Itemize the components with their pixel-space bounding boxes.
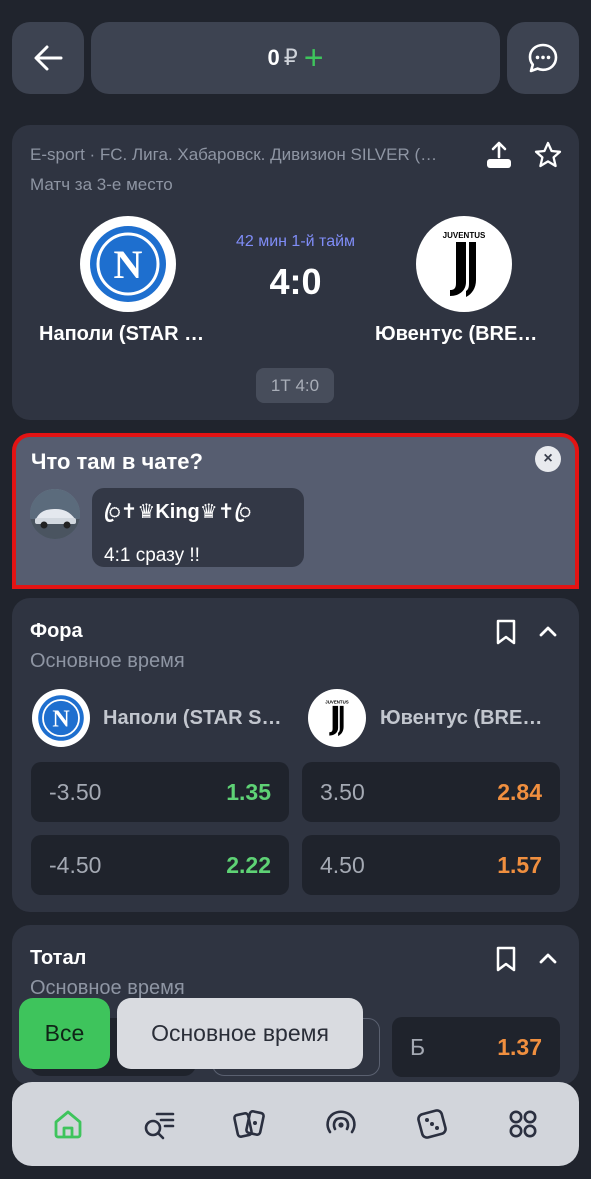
odd-value: 1.57 (497, 851, 542, 878)
bookmark-icon[interactable] (495, 945, 517, 973)
odd-button[interactable]: 4.50 1.57 (302, 835, 560, 895)
dice-icon (417, 1109, 448, 1139)
filter-chip-all[interactable]: Все (19, 998, 110, 1069)
fora-market-card: Фора Основное время N Наполи (STAR S… JU… (12, 598, 579, 912)
home-team-logo-small: N (32, 689, 90, 747)
away-team-name: Ювентус (BRE… (380, 707, 543, 729)
deposit-plus-icon: + (303, 39, 324, 77)
chevron-up-icon[interactable] (537, 620, 559, 642)
market-title: Тотал (30, 947, 87, 969)
share-icon[interactable] (484, 140, 514, 170)
chevron-up-icon[interactable] (537, 947, 559, 969)
home-team-name: Наполи (STAR S… (103, 707, 282, 729)
handicap-line: 3.50 (320, 778, 365, 805)
grid-icon (509, 1110, 537, 1138)
market-subtitle: Основное время (30, 650, 185, 672)
chat-username: ꦿ✝♛King♛✝ꦿ (104, 501, 252, 523)
match-card: E-sport · FC. Лига. Хабаровск. Дивизион … (12, 125, 579, 420)
away-team-name: Ювентус (BRE… (375, 323, 538, 345)
nav-cards[interactable] (226, 1100, 274, 1148)
chat-message-bubble: ꦿ✝♛King♛✝ꦿ 4:1 сразу !! (92, 488, 304, 567)
market-subtitle: Основное время (30, 977, 185, 999)
odd-button[interactable]: 3.50 2.84 (302, 762, 560, 822)
handicap-line: 4.50 (320, 851, 365, 878)
total-label: Б (410, 1033, 426, 1060)
favorite-star-icon[interactable] (533, 140, 563, 170)
close-icon[interactable]: × (535, 446, 561, 472)
chat-preview-banner[interactable]: Что там в чате? × ꦿ✝♛King♛✝ꦿ 4:1 сразу !… (12, 433, 579, 589)
avatar (30, 489, 80, 539)
away-team-logo-small: JUVENTUS (308, 689, 366, 747)
odd-value: 1.37 (497, 1033, 542, 1060)
nav-casino[interactable] (408, 1100, 456, 1148)
league-name: E-sport · FC. Лига. Хабаровск. Дивизион … (30, 145, 438, 164)
match-time: 42 мин 1-й тайм (235, 233, 356, 250)
odd-value: 2.84 (497, 778, 542, 805)
juventus-logo-icon: JUVENTUS (325, 700, 349, 737)
nav-search[interactable] (135, 1100, 183, 1148)
match-stage: Матч за 3-е место (30, 175, 173, 194)
nav-menu[interactable] (499, 1100, 547, 1148)
period-score-badge: 1Т 4:0 (256, 368, 334, 403)
market-title: Фора (30, 620, 83, 642)
home-icon (54, 1110, 81, 1139)
svg-text:N: N (52, 706, 70, 732)
home-team-name: Наполи (STAR … (39, 323, 205, 345)
balance-amount: 0 (267, 45, 280, 70)
handicap-line: -4.50 (49, 851, 102, 878)
nav-live[interactable] (317, 1100, 365, 1148)
back-button[interactable] (12, 22, 84, 94)
chat-button[interactable] (507, 22, 579, 94)
live-broadcast-icon (326, 1110, 356, 1134)
chat-banner-title: Что там в чате? (31, 449, 203, 474)
odd-button[interactable]: Б 1.37 (392, 1017, 560, 1077)
odd-button[interactable]: -4.50 2.22 (31, 835, 289, 895)
svg-text:JUVENTUS: JUVENTUS (325, 700, 348, 705)
handicap-line: -3.50 (49, 778, 102, 805)
chat-message-text: 4:1 сразу !! (104, 545, 200, 566)
bookmark-icon[interactable] (495, 618, 517, 646)
odd-value: 1.35 (226, 778, 271, 805)
search-list-icon (144, 1112, 175, 1140)
odd-button[interactable]: -3.50 1.35 (31, 762, 289, 822)
cards-icon (233, 1110, 265, 1138)
currency-symbol: ₽ (283, 45, 298, 70)
napoli-logo-icon: N (38, 695, 84, 741)
balance-button[interactable]: 0 ₽ + (91, 22, 500, 94)
arrow-left-icon (34, 45, 63, 71)
chat-bubble-icon (528, 43, 558, 73)
bottom-navigation (12, 1082, 579, 1166)
odd-value: 2.22 (226, 851, 271, 878)
filter-chip-main-time[interactable]: Основное время (117, 998, 363, 1069)
nav-home[interactable] (44, 1100, 92, 1148)
match-score: 4:0 (269, 261, 322, 302)
